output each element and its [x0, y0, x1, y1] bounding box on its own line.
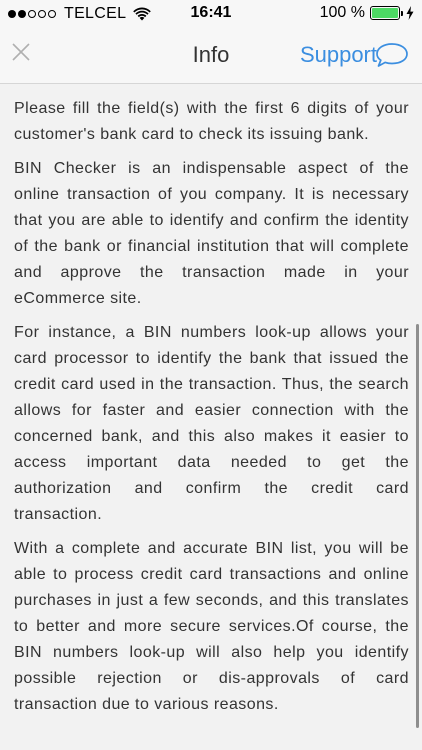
- support-button[interactable]: Support: [300, 41, 410, 69]
- paragraph-bin-lookup: For instance, a BIN numbers look-up allo…: [14, 324, 409, 523]
- battery-level-fill: [372, 8, 398, 18]
- battery-percent: 100 %: [319, 4, 365, 21]
- chat-bubble-icon: [376, 43, 408, 67]
- status-right: 100 %: [320, 4, 414, 22]
- paragraph-bin-checker: BIN Checker is an indispensable aspect o…: [14, 160, 409, 307]
- info-text: Please fill the field(s) with the first …: [0, 84, 422, 718]
- vertical-scrollbar[interactable]: [416, 324, 419, 728]
- support-label: Support: [299, 42, 377, 67]
- status-bar: TELCEL 16:41 100 %: [0, 0, 422, 28]
- battery-icon: [370, 6, 400, 20]
- battery-tip: [401, 10, 403, 16]
- paragraph-instructions: Please fill the field(s) with the first …: [14, 100, 409, 143]
- charging-bolt-icon: [406, 6, 414, 20]
- paragraph-bin-list: With a complete and accurate BIN list, y…: [14, 540, 409, 713]
- navigation-bar: Info Support: [0, 28, 422, 84]
- info-screen: TELCEL 16:41 100 % Info Support Please f…: [0, 0, 422, 750]
- info-content[interactable]: Please fill the field(s) with the first …: [0, 84, 422, 750]
